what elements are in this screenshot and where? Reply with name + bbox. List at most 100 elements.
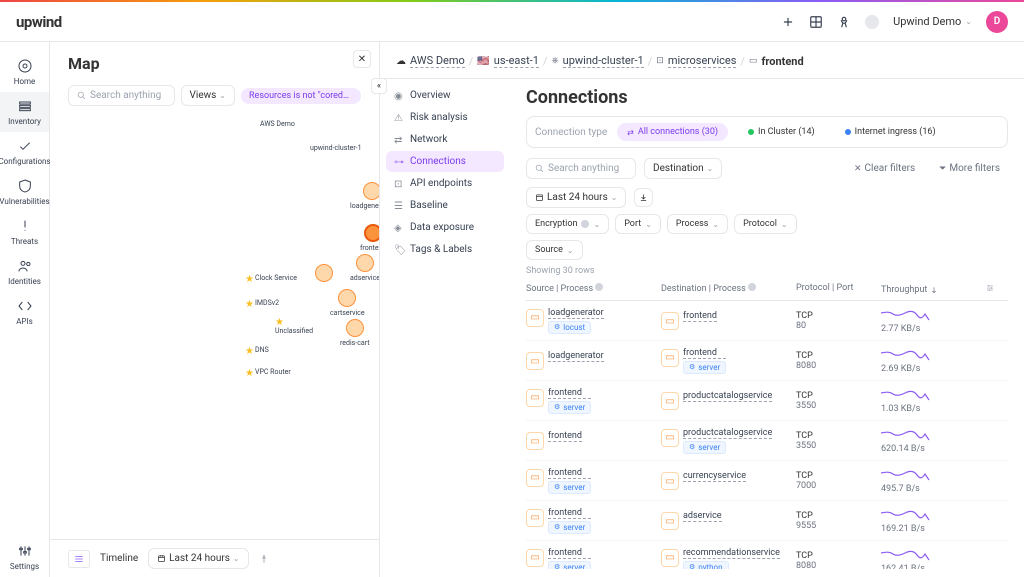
sparkline-icon bbox=[881, 467, 931, 483]
source-link[interactable]: loadgenerator bbox=[548, 308, 604, 319]
chip-label: Process bbox=[676, 219, 709, 229]
table-row[interactable]: ▭frontend⚙server▭recommendationservice⚙p… bbox=[526, 541, 1008, 569]
tab-api[interactable]: ⊡API endpoints bbox=[386, 173, 504, 194]
sidebar-item-home[interactable]: Home bbox=[0, 52, 49, 92]
map-node[interactable] bbox=[315, 264, 333, 282]
map-node[interactable]: cartservice bbox=[330, 289, 365, 317]
source-link[interactable]: frontend bbox=[548, 468, 591, 479]
col-dest[interactable]: Destination | Process bbox=[661, 283, 796, 296]
collapse-button[interactable]: « bbox=[371, 78, 387, 94]
dest-link[interactable]: productcatalogservice bbox=[683, 391, 772, 402]
filter-chip-source[interactable]: Source⌄ bbox=[526, 240, 583, 260]
map-canvas[interactable]: AWS Demo upwind-cluster-1 loadgenerator … bbox=[50, 114, 379, 539]
gear-icon: ⚙ bbox=[689, 443, 695, 451]
map-node[interactable]: loadgenerator bbox=[350, 182, 379, 210]
resource-icon: ▭ bbox=[526, 352, 544, 370]
dest-link[interactable]: recommendationservice bbox=[683, 548, 780, 559]
sidebar-item-configurations[interactable]: Configurations bbox=[0, 132, 49, 172]
table-header: Source | Process Destination | Process P… bbox=[526, 279, 1008, 301]
tab-overview[interactable]: ◉Overview bbox=[386, 85, 504, 106]
dest-link[interactable]: productcatalogservice bbox=[683, 428, 772, 439]
proto-val: TCP bbox=[796, 551, 881, 561]
plus-icon[interactable] bbox=[781, 15, 795, 29]
arrows-icon: ⇄ bbox=[627, 128, 634, 137]
source-link[interactable]: frontend bbox=[548, 388, 591, 399]
sidebar-item-identities[interactable]: Identities bbox=[0, 252, 49, 292]
source-link[interactable]: frontend bbox=[548, 508, 591, 519]
dest-link[interactable]: frontend bbox=[683, 311, 717, 322]
source-link[interactable]: frontend bbox=[548, 548, 591, 559]
node-label: redis-cart bbox=[340, 339, 370, 347]
brand-logo: upwind bbox=[16, 13, 62, 31]
close-button[interactable]: ✕ bbox=[353, 50, 371, 68]
filter-chip-port[interactable]: Port⌄ bbox=[615, 214, 661, 234]
port-val: 8080 bbox=[796, 561, 881, 570]
table-row[interactable]: ▭frontend⚙server▭currencyserviceTCP70004… bbox=[526, 461, 1008, 501]
more-filters-button[interactable]: ⏷ More filters bbox=[931, 159, 1008, 178]
dot-blue-icon bbox=[845, 129, 851, 135]
tab-connections[interactable]: ⊶Connections bbox=[386, 151, 504, 172]
user-menu[interactable]: Upwind Demo ⌄ bbox=[893, 15, 972, 28]
map-node-frontend[interactable]: frontend bbox=[360, 224, 379, 252]
top-header: upwind Upwind Demo ⌄ D bbox=[0, 2, 1024, 42]
sidebar-item-apis[interactable]: APIs bbox=[0, 292, 49, 332]
connections-search-input[interactable]: Search anything bbox=[526, 158, 636, 179]
crumb-item[interactable]: microservices bbox=[668, 54, 737, 68]
grid-icon[interactable] bbox=[809, 15, 823, 29]
destination-filter-button[interactable]: Destination ⌄ bbox=[644, 158, 722, 179]
clear-filters-button[interactable]: ✕ Clear filters bbox=[846, 159, 923, 178]
cell-text: frontend⚙server bbox=[683, 348, 726, 374]
conn-chip-internet[interactable]: Internet ingress (16) bbox=[835, 123, 946, 141]
source-link[interactable]: frontend bbox=[548, 431, 582, 442]
map-search-input[interactable]: Search anything bbox=[68, 85, 175, 106]
filter-chip-encryption[interactable]: Encryption⌄ bbox=[526, 214, 609, 234]
col-throughput[interactable]: Throughput bbox=[881, 283, 981, 296]
filter-chip-process[interactable]: Process⌄ bbox=[667, 214, 728, 234]
activity-icon[interactable] bbox=[837, 15, 851, 29]
dest-link[interactable]: currencyservice bbox=[683, 471, 746, 482]
table-row[interactable]: ▭frontend⚙server▭productcatalogserviceTC… bbox=[526, 381, 1008, 421]
crumb-item[interactable]: us-east-1 bbox=[494, 54, 539, 68]
crumb-item[interactable]: upwind-cluster-1 bbox=[563, 54, 644, 68]
chevron-down-icon: ⌄ bbox=[219, 91, 226, 100]
table-row[interactable]: ▭loadgenerator⚙locust▭frontendTCP802.77 … bbox=[526, 301, 1008, 341]
col-proto[interactable]: Protocol | Port bbox=[796, 283, 881, 296]
filter-chip[interactable]: Resources is not "coredns... bbox=[241, 88, 361, 104]
table-row[interactable]: ▭frontend▭productcatalogservice⚙serverTC… bbox=[526, 421, 1008, 461]
sidebar-item-vulnerabilities[interactable]: Vulnerabilities bbox=[0, 172, 49, 212]
download-button[interactable] bbox=[634, 188, 653, 207]
views-button[interactable]: Views ⌄ bbox=[181, 85, 235, 106]
filter-chip-protocol[interactable]: Protocol⌄ bbox=[734, 214, 797, 234]
sidebar-item-threats[interactable]: Threats bbox=[0, 212, 49, 252]
map-node[interactable]: adservice bbox=[350, 254, 379, 282]
resource-icon: ▭ bbox=[526, 509, 544, 527]
sparkline-icon bbox=[881, 387, 931, 403]
map-node[interactable]: redis-cart bbox=[340, 319, 370, 347]
col-source[interactable]: Source | Process bbox=[526, 283, 661, 296]
pin-icon[interactable] bbox=[259, 554, 269, 564]
table-row[interactable]: ▭loadgenerator▭frontend⚙serverTCP80802.6… bbox=[526, 341, 1008, 381]
sidebar-item-settings[interactable]: Settings bbox=[0, 537, 49, 577]
tab-baseline[interactable]: ☰Baseline bbox=[386, 195, 504, 216]
user-avatar[interactable]: D bbox=[986, 11, 1008, 33]
table-row[interactable]: ▭frontend⚙server▭adserviceTCP9555169.21 … bbox=[526, 501, 1008, 541]
cell-text: recommendationservice⚙python bbox=[683, 548, 780, 570]
tab-network[interactable]: ⇄Network bbox=[386, 129, 504, 150]
legend-icon[interactable] bbox=[68, 550, 90, 568]
sidebar-item-inventory[interactable]: Inventory bbox=[0, 92, 49, 132]
crumb-item[interactable]: AWS Demo bbox=[410, 54, 465, 68]
node-label: loadgenerator bbox=[350, 202, 379, 210]
cell-throughput: 2.69 KB/s bbox=[881, 347, 981, 374]
conn-chip-cluster[interactable]: In Cluster (14) bbox=[738, 123, 825, 141]
tab-risk[interactable]: ⚠Risk analysis bbox=[386, 107, 504, 128]
tab-tags[interactable]: 🏷Tags & Labels bbox=[386, 239, 504, 260]
source-link[interactable]: loadgenerator bbox=[548, 351, 604, 362]
conn-chip-all[interactable]: ⇄ All connections (30) bbox=[617, 123, 728, 141]
dest-link[interactable]: adservice bbox=[683, 511, 722, 522]
dest-link[interactable]: frontend bbox=[683, 348, 726, 359]
tab-data[interactable]: ◈Data exposure bbox=[386, 217, 504, 238]
resource-icon: ▭ bbox=[526, 389, 544, 407]
map-timerange-button[interactable]: Last 24 hours ⌄ bbox=[148, 548, 248, 569]
col-settings[interactable] bbox=[981, 283, 995, 296]
timerange-button[interactable]: Last 24 hours ⌄ bbox=[526, 187, 626, 208]
